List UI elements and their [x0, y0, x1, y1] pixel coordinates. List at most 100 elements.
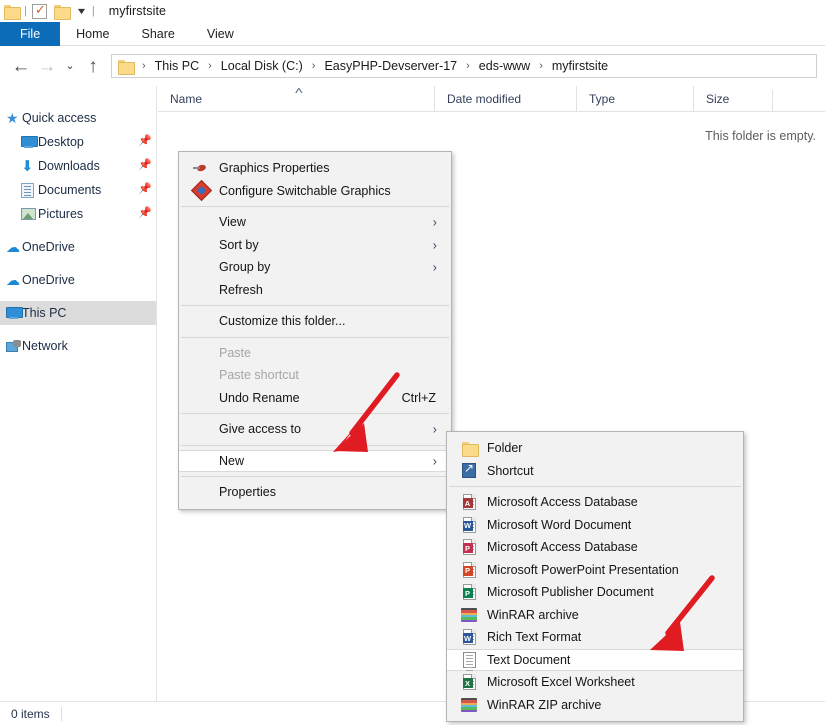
- context-menu-label-switchable-graphics: Configure Switchable Graphics: [219, 183, 391, 198]
- context-menu-item-give-access-to[interactable]: Give access to ›: [179, 418, 451, 441]
- new-submenu-label-excel: Microsoft Excel Worksheet: [487, 675, 635, 690]
- new-folder-icon[interactable]: [53, 4, 71, 20]
- sidebar-item-desktop[interactable]: Desktop 📌: [0, 130, 156, 154]
- context-menu[interactable]: Graphics Properties Configure Switchable…: [178, 151, 452, 510]
- context-menu-item-configure-switchable-graphics[interactable]: Configure Switchable Graphics: [179, 180, 451, 203]
- sidebar-label-network: Network: [22, 339, 68, 353]
- tab-view[interactable]: View: [191, 22, 250, 46]
- forward-button[interactable]: →: [34, 53, 60, 79]
- winrar-zip-icon: [461, 697, 477, 713]
- sidebar-item-onedrive-1[interactable]: ☁ OneDrive: [0, 235, 156, 259]
- new-submenu-item-access-database-1[interactable]: A Microsoft Access Database: [447, 491, 743, 514]
- new-submenu-item-powerpoint-presentation[interactable]: P Microsoft PowerPoint Presentation: [447, 559, 743, 582]
- new-submenu-label-winrar-zip: WinRAR ZIP archive: [487, 697, 602, 712]
- back-button[interactable]: ←: [8, 53, 34, 79]
- new-submenu-label-winrar: WinRAR archive: [487, 607, 579, 622]
- chevron-down-icon[interactable]: ▼: [74, 6, 89, 16]
- column-header-name-label: Name: [170, 91, 203, 106]
- column-header-size[interactable]: Size: [693, 85, 773, 112]
- sidebar-label-quick-access: Quick access: [22, 111, 97, 125]
- pin-icon[interactable]: 📌: [138, 184, 152, 195]
- context-menu-item-new[interactable]: New ›: [179, 449, 451, 472]
- crumb-sep-4[interactable]: ›: [539, 60, 543, 72]
- access-icon: A: [461, 494, 477, 511]
- sidebar-item-downloads[interactable]: ⬇ Downloads 📌: [0, 154, 156, 178]
- context-menu-item-undo-rename[interactable]: Undo Rename Ctrl+Z: [179, 387, 451, 410]
- sidebar-item-onedrive-2[interactable]: ☁ OneDrive: [0, 268, 156, 292]
- new-submenu-separator: [449, 486, 741, 487]
- powerpoint-icon: P: [461, 561, 477, 578]
- context-menu-item-graphics-properties[interactable]: Graphics Properties: [179, 157, 451, 180]
- tab-file[interactable]: File: [0, 22, 61, 46]
- context-menu-separator: [181, 444, 449, 446]
- word-icon: W: [461, 516, 477, 533]
- switchable-graphics-icon: [190, 180, 212, 202]
- context-menu-item-customize-this-folder[interactable]: Customize this folder...: [179, 310, 451, 333]
- breadcrumb-easyphp[interactable]: EasyPHP-Devserver-17: [322, 59, 459, 73]
- breadcrumb-local-disk[interactable]: Local Disk (C:): [219, 59, 305, 73]
- breadcrumb[interactable]: › This PC › Local Disk (C:) › EasyPHP-De…: [111, 54, 817, 78]
- excel-icon: X: [461, 674, 477, 691]
- breadcrumb-this-pc[interactable]: This PC: [153, 59, 201, 73]
- new-submenu-item-publisher-document[interactable]: P Microsoft Publisher Document: [447, 581, 743, 604]
- crumb-sep-3[interactable]: ›: [466, 60, 470, 72]
- tab-share[interactable]: Share: [126, 22, 191, 46]
- context-menu-label-graphics-properties: Graphics Properties: [219, 161, 330, 176]
- context-menu-item-sort-by[interactable]: Sort by ›: [179, 234, 451, 257]
- context-menu-item-group-by[interactable]: Group by ›: [179, 256, 451, 279]
- new-submenu-item-folder[interactable]: Folder: [447, 437, 743, 460]
- new-submenu-item-text-document[interactable]: Text Document: [447, 648, 743, 671]
- column-header-type[interactable]: Type: [576, 85, 693, 112]
- crumb-sep-1[interactable]: ›: [208, 60, 212, 72]
- new-submenu-item-winrar-zip-archive[interactable]: WinRAR ZIP archive: [447, 694, 743, 717]
- recent-locations-icon[interactable]: ⌄: [60, 53, 80, 79]
- context-menu-label-refresh: Refresh: [219, 282, 263, 297]
- properties-check-icon[interactable]: [31, 2, 47, 19]
- new-submenu-label-rich-text: Rich Text Format: [487, 630, 582, 645]
- sidebar-item-documents[interactable]: Documents 📌: [0, 178, 156, 202]
- context-menu-item-properties[interactable]: Properties: [179, 481, 451, 504]
- sidebar-item-this-pc[interactable]: This PC: [0, 301, 156, 325]
- context-menu-item-refresh[interactable]: Refresh: [179, 279, 451, 302]
- new-submenu-item-winrar-archive[interactable]: WinRAR archive: [447, 604, 743, 627]
- crumb-sep-2[interactable]: ›: [312, 60, 316, 72]
- sort-ascending-icon: ˄: [294, 85, 304, 97]
- new-submenu-item-access-database-2[interactable]: P Microsoft Access Database: [447, 536, 743, 559]
- address-bar: ← → ⌄ ↑ › This PC › Local Disk (C:) › Ea…: [0, 47, 825, 85]
- new-submenu[interactable]: Folder Shortcut A Microsoft Access Datab…: [446, 431, 744, 722]
- new-submenu-item-shortcut[interactable]: Shortcut: [447, 460, 743, 483]
- new-submenu-item-excel-worksheet[interactable]: X Microsoft Excel Worksheet: [447, 671, 743, 694]
- breadcrumb-eds-www[interactable]: eds-www: [477, 59, 532, 73]
- sidebar-item-network[interactable]: Network: [0, 334, 156, 358]
- sidebar-item-quick-access[interactable]: ★ Quick access: [0, 106, 156, 130]
- pin-icon[interactable]: 📌: [138, 208, 152, 219]
- sidebar-label-downloads: Downloads: [38, 159, 100, 173]
- column-header-date-modified[interactable]: Date modified: [434, 85, 576, 112]
- pin-icon[interactable]: 📌: [138, 160, 152, 171]
- new-submenu-item-word-document[interactable]: W Microsoft Word Document: [447, 514, 743, 537]
- chevron-right-icon: ›: [432, 259, 437, 275]
- column-header-size-label: Size: [706, 91, 730, 106]
- up-button[interactable]: ↑: [80, 53, 106, 79]
- column-header-name[interactable]: Name ˄: [158, 86, 434, 112]
- navigation-pane: ★ Quick access Desktop 📌 ⬇ Downloads 📌 D…: [0, 86, 157, 701]
- winrar-icon: [461, 607, 477, 623]
- column-header-type-label: Type: [589, 91, 616, 106]
- toolbar-divider-2: |: [91, 5, 95, 17]
- pin-icon[interactable]: 📌: [138, 136, 152, 147]
- shortcut-icon: [461, 461, 477, 479]
- sidebar-item-pictures[interactable]: Pictures 📌: [0, 202, 156, 226]
- folder-icon: [4, 4, 21, 20]
- new-submenu-item-rich-text-format[interactable]: W Rich Text Format: [447, 626, 743, 649]
- breadcrumb-myfirstsite[interactable]: myfirstsite: [550, 59, 610, 73]
- context-menu-label-undo-rename: Undo Rename: [219, 390, 300, 405]
- status-divider: [60, 706, 62, 721]
- context-menu-item-view[interactable]: View ›: [179, 211, 451, 234]
- tab-home[interactable]: Home: [60, 22, 125, 46]
- context-menu-label-paste: Paste: [219, 345, 251, 360]
- sidebar-label-onedrive-1: OneDrive: [22, 240, 75, 254]
- context-menu-accel-undo-rename: Ctrl+Z: [401, 390, 436, 405]
- ribbon-tabs: File Home Share View: [0, 22, 825, 46]
- column-divider: [772, 90, 773, 113]
- network-icon: [6, 338, 22, 354]
